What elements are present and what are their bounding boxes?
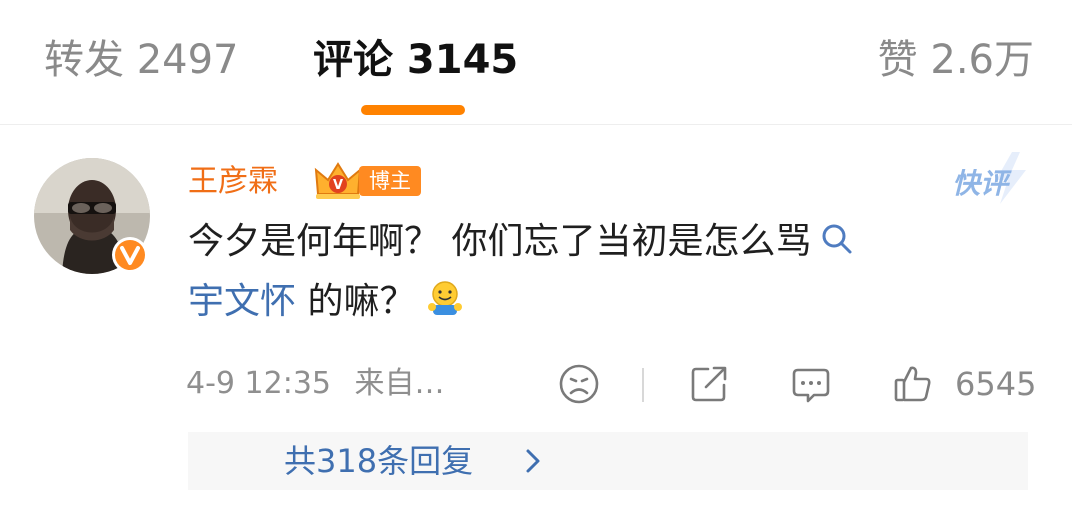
- mention-link[interactable]: 宇文怀: [188, 281, 296, 322]
- hug-emoji-icon: [425, 279, 465, 319]
- active-tab-indicator: [361, 105, 465, 115]
- svg-text:V: V: [333, 178, 343, 193]
- comment-text: 今夕是何年啊？ 你们忘了当初是怎么骂: [188, 221, 812, 262]
- tab-likes[interactable]: 赞 2.6万: [878, 32, 1034, 88]
- comment-username[interactable]: 王彦霖: [188, 160, 278, 204]
- chevron-right-icon[interactable]: [522, 447, 544, 475]
- tab-divider: [0, 124, 1072, 125]
- tab-repost[interactable]: 转发 2497: [44, 32, 239, 88]
- quick-review-badge: 快评: [952, 150, 1032, 206]
- comment-meta: 4-9 12:35 来自…: [186, 362, 445, 406]
- share-icon[interactable]: [688, 363, 730, 405]
- view-replies-link[interactable]: 共318条回复: [284, 438, 473, 484]
- comment-text-line2: 宇文怀 的嘛？: [188, 278, 1028, 326]
- verified-v-icon: [111, 236, 149, 274]
- like-count: 6545: [955, 365, 1037, 403]
- action-separator: [642, 368, 644, 402]
- comment-text-line1: 今夕是何年啊？ 你们忘了当初是怎么骂: [188, 218, 1028, 266]
- comment-text-tail: 的嘛？: [296, 281, 416, 322]
- comment-time: 4-9 12:35: [186, 366, 331, 401]
- quick-review-label: 快评: [952, 167, 1009, 200]
- search-icon[interactable]: [819, 221, 855, 257]
- comment-source: 来自…: [354, 366, 445, 401]
- comment-bubble-icon[interactable]: [790, 363, 832, 405]
- sad-face-icon[interactable]: [558, 363, 600, 405]
- thumbs-up-icon[interactable]: [892, 363, 934, 405]
- blogger-badge-label: 博主: [359, 166, 421, 196]
- tab-comments[interactable]: 评论 3145: [313, 32, 518, 88]
